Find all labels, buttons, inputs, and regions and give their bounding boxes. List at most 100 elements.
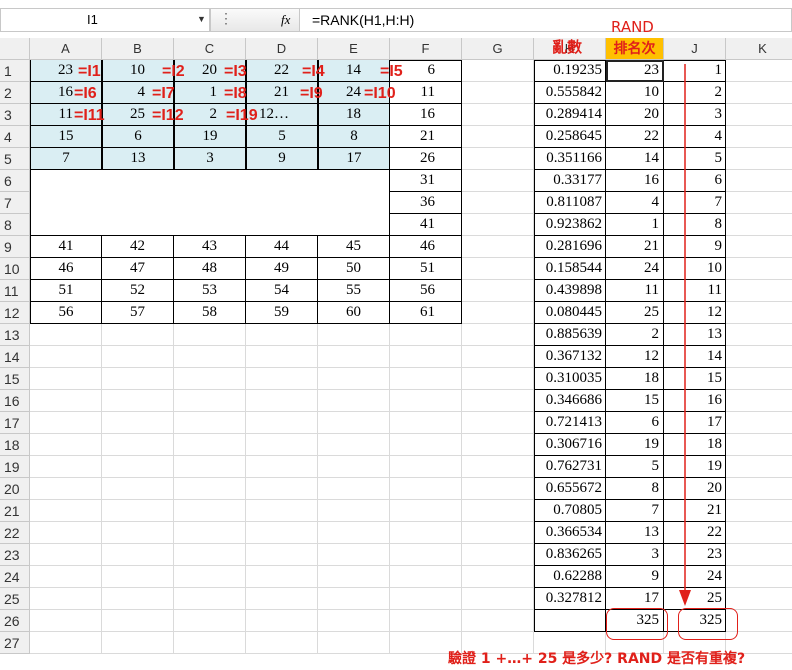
grid-cell[interactable] [462,368,534,390]
grid-cell[interactable] [726,148,792,170]
grid-cell[interactable] [318,368,390,390]
grid-cell[interactable] [462,60,534,82]
grid-cell[interactable] [246,588,318,610]
grid-cell[interactable] [174,588,246,610]
grid-cell[interactable] [462,346,534,368]
cell-rand[interactable]: 0.080445 [534,302,606,324]
row-header-17[interactable]: 17 [0,412,30,434]
column-header-k[interactable]: K [726,38,792,60]
grid-cell[interactable] [318,566,390,588]
grid-cell[interactable] [390,522,462,544]
grid-cell[interactable] [246,478,318,500]
cell-rank[interactable]: 19 [606,434,664,456]
chevron-down-icon[interactable]: ▼ [197,14,206,24]
cell-rand[interactable]: 0.655672 [534,478,606,500]
cell-empty[interactable] [534,610,606,632]
grid-cell[interactable] [318,478,390,500]
cell-rank[interactable]: 12 [606,346,664,368]
grid-cell[interactable] [390,390,462,412]
grid-cell[interactable] [246,610,318,632]
cell-rand[interactable]: 0.281696 [534,236,606,258]
grid-cell[interactable] [174,456,246,478]
cell-value[interactable]: 3 [174,148,246,170]
column-header-a[interactable]: A [30,38,102,60]
grid-cell[interactable] [462,522,534,544]
cell-f[interactable]: 16 [390,104,462,126]
merged-empty-area[interactable] [30,170,390,236]
row-header-24[interactable]: 24 [0,566,30,588]
cell-rank[interactable]: 10 [606,82,664,104]
column-header-d[interactable]: D [246,38,318,60]
cell-rand[interactable]: 0.289414 [534,104,606,126]
grid-cell[interactable] [246,566,318,588]
cell-rank[interactable]: 6 [606,412,664,434]
grid-cell[interactable] [726,192,792,214]
grid-cell[interactable] [246,544,318,566]
grid-cell[interactable] [30,390,102,412]
row-header-25[interactable]: 25 [0,588,30,610]
column-header-f[interactable]: F [390,38,462,60]
grid-cell[interactable] [462,170,534,192]
cell-f[interactable]: 31 [390,170,462,192]
grid-cell[interactable] [246,368,318,390]
grid-cell[interactable] [390,478,462,500]
grid-cell[interactable] [390,588,462,610]
cell-rand[interactable]: 0.721413 [534,412,606,434]
cell-rand[interactable]: 0.367132 [534,346,606,368]
grid-cell[interactable] [30,544,102,566]
grid-cell[interactable] [102,632,174,654]
cell-rand[interactable]: 0.306716 [534,434,606,456]
row-header-11[interactable]: 11 [0,280,30,302]
column-header-g[interactable]: G [462,38,534,60]
grid-cell[interactable] [174,544,246,566]
grid-cell[interactable] [174,610,246,632]
grid-cell[interactable] [462,456,534,478]
grid-cell[interactable] [462,412,534,434]
grid-cell[interactable] [318,456,390,478]
grid-cell[interactable] [102,566,174,588]
grid-cell[interactable] [174,434,246,456]
grid-cell[interactable] [174,632,246,654]
column-header-j[interactable]: J [664,38,726,60]
grid-cell[interactable] [726,478,792,500]
grid-cell[interactable] [318,522,390,544]
grid-cell[interactable] [462,104,534,126]
grid-cell[interactable] [102,412,174,434]
row-header-15[interactable]: 15 [0,368,30,390]
cell-value[interactable]: 17 [318,148,390,170]
cell-rand[interactable]: 0.885639 [534,324,606,346]
cell-rank[interactable]: 18 [606,368,664,390]
cell-value[interactable]: 51 [30,280,102,302]
cell-rank[interactable]: 9 [606,566,664,588]
grid-cell[interactable] [462,478,534,500]
cell-value[interactable]: 43 [174,236,246,258]
grid-cell[interactable] [390,434,462,456]
cell-value[interactable]: 47 [102,258,174,280]
grid-cell[interactable] [246,456,318,478]
grid-cell[interactable] [246,346,318,368]
grid-cell[interactable] [462,566,534,588]
grid-cell[interactable] [174,412,246,434]
grid-cell[interactable] [30,368,102,390]
cell-value[interactable]: 59 [246,302,318,324]
cell-value[interactable]: 48 [174,258,246,280]
grid-cell[interactable] [174,390,246,412]
grid-cell[interactable] [390,566,462,588]
cell-value[interactable]: 57 [102,302,174,324]
row-header-4[interactable]: 4 [0,126,30,148]
cell-rand[interactable]: 0.439898 [534,280,606,302]
cell-rand[interactable]: 0.811087 [534,192,606,214]
cell-f[interactable]: 56 [390,280,462,302]
grid-cell[interactable] [726,434,792,456]
cell-rank[interactable]: 14 [606,148,664,170]
row-header-9[interactable]: 9 [0,236,30,258]
cell-rank[interactable]: 22 [606,126,664,148]
column-header-i[interactable]: 排名次 [606,38,664,60]
grid-cell[interactable] [462,258,534,280]
grid-cell[interactable] [318,346,390,368]
cell-rand[interactable]: 0.351166 [534,148,606,170]
cell-value[interactable]: 41 [30,236,102,258]
select-all-corner[interactable] [0,38,30,60]
cell-rank[interactable]: 5 [606,456,664,478]
row-header-26[interactable]: 26 [0,610,30,632]
